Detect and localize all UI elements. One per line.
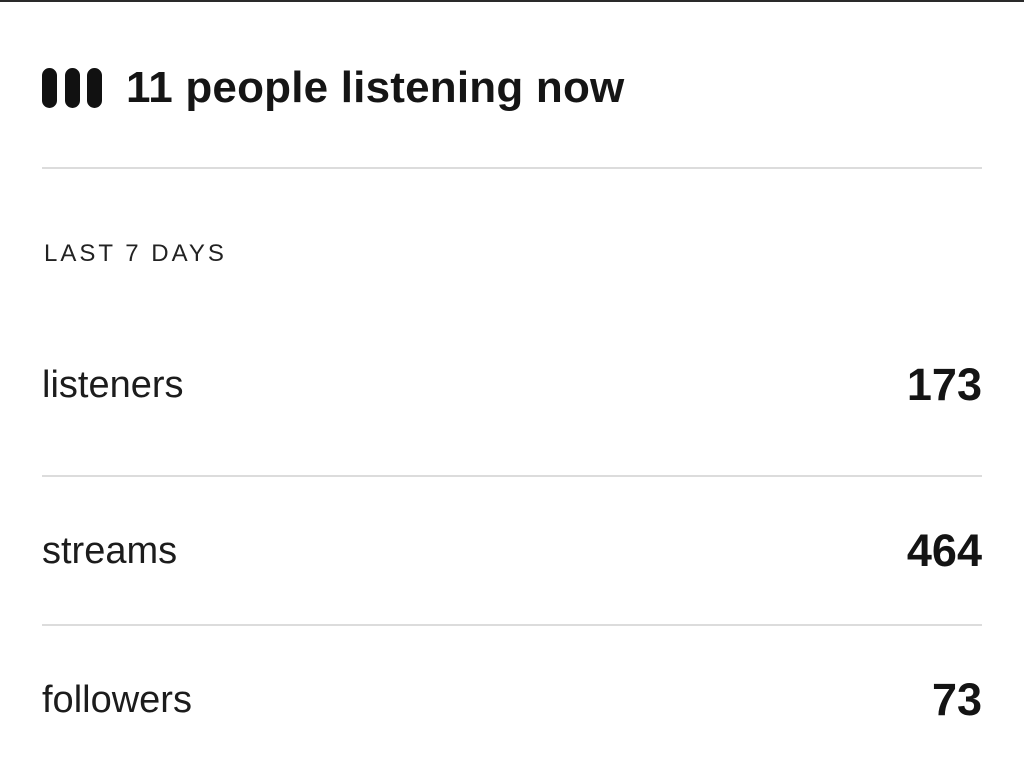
stat-row-listeners: listeners 173 (42, 350, 982, 420)
divider (42, 624, 982, 626)
stat-value: 73 (931, 674, 982, 725)
listening-now-text: 11 people listening now (126, 63, 625, 112)
stat-value: 173 (906, 359, 982, 410)
stats-card: 11 people listening now LAST 7 DAYS list… (42, 0, 982, 779)
stat-row-followers: followers 73 (42, 665, 982, 735)
divider (42, 167, 982, 169)
listening-bars-icon (42, 66, 102, 110)
stat-row-streams: streams 464 (42, 516, 982, 586)
section-label: LAST 7 DAYS (44, 240, 227, 267)
bar-2 (64, 68, 80, 108)
stat-value: 464 (906, 525, 982, 576)
listening-now-row: 11 people listening now (42, 58, 624, 118)
stat-label: followers (42, 678, 192, 721)
bar-1 (42, 68, 57, 108)
divider (42, 475, 982, 477)
stat-label: streams (42, 529, 178, 572)
bar-3 (87, 68, 102, 108)
stat-label: listeners (42, 363, 184, 406)
